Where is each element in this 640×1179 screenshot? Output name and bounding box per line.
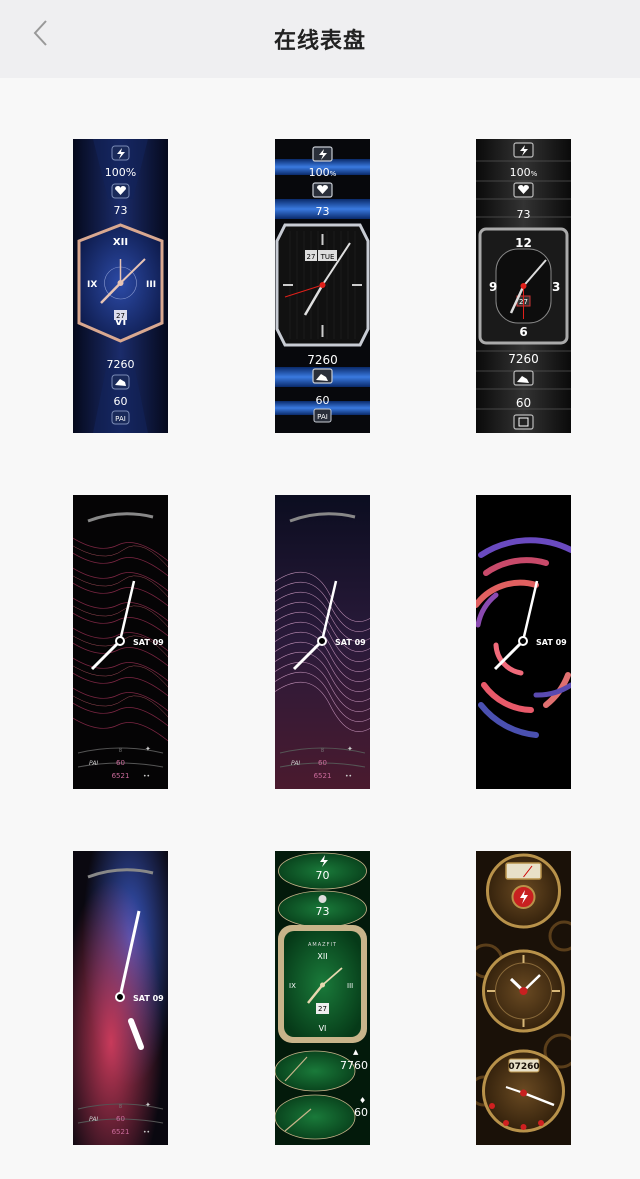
- pai-value: 60: [318, 759, 327, 767]
- steps-value: 6521: [314, 772, 332, 780]
- steps-value: 7260: [508, 352, 539, 366]
- page-title: 在线表盘: [273, 29, 366, 54]
- svg-text:8: 8: [321, 748, 324, 754]
- battery-value: 100: [510, 166, 531, 179]
- footprint-icon: ••: [143, 1129, 150, 1136]
- steps-value: 7760: [340, 1059, 368, 1072]
- date-value: SAT 09: [133, 638, 164, 647]
- date-value: SAT 09: [335, 638, 366, 647]
- brand-label: AMAZFIT: [308, 942, 337, 948]
- heart-value: 73: [316, 905, 330, 918]
- run-icon: ✦: [145, 745, 151, 753]
- pai-value: 60: [116, 759, 125, 767]
- steps-value: 6521: [112, 1128, 130, 1136]
- watch-face-1[interactable]: 100% 73 XII VI IX III 27 7260 60 PAI: [73, 139, 168, 433]
- date-value: SAT 09: [536, 638, 567, 647]
- pai-label: PAI: [317, 413, 328, 421]
- footprint-icon: ••: [345, 773, 352, 780]
- steps-value: 7260: [107, 358, 135, 371]
- pai-label: PAI: [291, 760, 300, 767]
- svg-text:8: 8: [119, 748, 122, 754]
- svg-text:III: III: [146, 280, 156, 290]
- watch-face-3[interactable]: 100% 73 12 6 9 3 27 7260 60: [476, 139, 571, 433]
- battery-value: 100%: [105, 166, 136, 179]
- date-value: 27: [116, 312, 125, 320]
- svg-text:XII: XII: [113, 237, 128, 248]
- svg-text:III: III: [347, 982, 353, 990]
- heart-value: 73: [517, 208, 531, 221]
- steps-value: 6521: [112, 772, 130, 780]
- date-day: 27: [307, 253, 316, 261]
- heart-value: 73: [114, 204, 128, 217]
- date-value: 27: [318, 1005, 327, 1013]
- watch-face-9[interactable]: 07260: [476, 851, 571, 1145]
- header-bar: 在线表盘: [0, 0, 640, 78]
- run-icon: ✦: [347, 745, 353, 753]
- svg-text:VI: VI: [319, 1024, 327, 1033]
- flame-icon: ♦: [359, 1096, 366, 1105]
- date-value: SAT 09: [133, 994, 164, 1003]
- pai-value: 60: [516, 396, 531, 410]
- date-weekday: TUE: [320, 253, 335, 261]
- heart-icon: [318, 895, 327, 903]
- steps-value: 7260: [307, 353, 338, 367]
- run-icon: ✦: [145, 1101, 151, 1109]
- watch-face-2[interactable]: 100% 73 27 TUE 7260 60 PAI: [275, 139, 370, 433]
- battery-unit: %: [531, 170, 538, 178]
- battery-unit: %: [330, 170, 337, 178]
- svg-text:6: 6: [519, 325, 527, 339]
- battery-value: 100: [309, 166, 330, 179]
- svg-text:XII: XII: [317, 952, 327, 961]
- steps-value: 07260: [508, 1062, 539, 1072]
- svg-text:12: 12: [515, 236, 532, 250]
- chevron-left-icon: [33, 20, 47, 46]
- svg-text:IX: IX: [289, 982, 296, 990]
- pai-value: 60: [116, 1115, 125, 1123]
- pai-label: PAI: [89, 760, 98, 767]
- pai-value: 60: [114, 395, 128, 408]
- svg-text:8: 8: [119, 1104, 122, 1110]
- watch-face-4[interactable]: SAT 09 8 ✦ PAI 60 6521 ••: [73, 495, 168, 789]
- svg-text:3: 3: [552, 280, 560, 294]
- pai-label: PAI: [115, 415, 126, 423]
- svg-text:9: 9: [489, 280, 497, 294]
- watch-face-6[interactable]: SAT 09: [476, 495, 571, 789]
- calories-value: 60: [354, 1106, 368, 1119]
- shoe-icon: ▲: [353, 1048, 359, 1056]
- battery-value: 70: [316, 869, 330, 882]
- watch-face-7[interactable]: SAT 09 8 ✦ PAI 60 6521 ••: [73, 851, 168, 1145]
- back-button[interactable]: [26, 18, 56, 48]
- svg-text:IX: IX: [87, 280, 97, 290]
- watch-face-5[interactable]: SAT 09 8 ✦ PAI 60 6521 ••: [275, 495, 370, 789]
- watch-face-8[interactable]: 70 73 AMAZFIT XII VI IX III 27 ▲ 7760 ♦ …: [275, 851, 370, 1145]
- footprint-icon: ••: [143, 773, 150, 780]
- heart-value: 73: [316, 205, 330, 218]
- pai-label: PAI: [89, 1116, 98, 1123]
- pai-value: 60: [316, 394, 330, 407]
